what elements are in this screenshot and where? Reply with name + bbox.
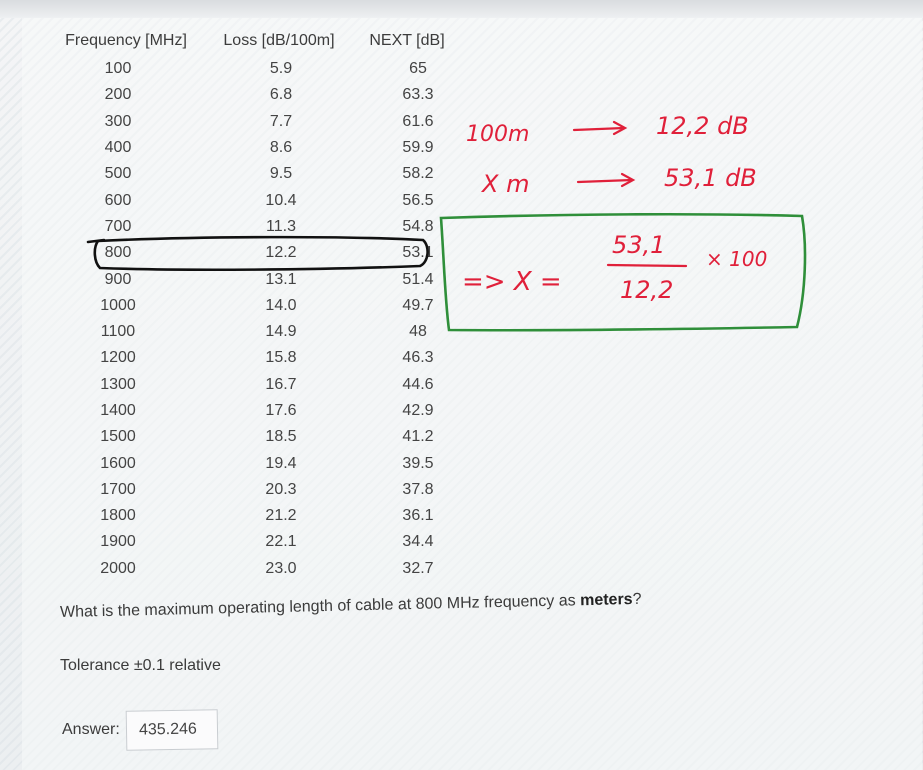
cell-loss: 11.3 — [266, 217, 296, 235]
cell-next: 41.2 — [402, 428, 434, 446]
cell-loss: 12.2 — [265, 244, 297, 262]
cell-loss: 14.0 — [265, 296, 297, 314]
cell-next: 44.6 — [402, 375, 434, 393]
cell-next: 32.7 — [402, 559, 434, 577]
tolerance-text: Tolerance ±0.1 relative — [60, 657, 221, 674]
cell-next: 61.6 — [402, 112, 434, 130]
cell-next: 48 — [409, 323, 427, 341]
table-row: 100 5.9 65 — [44, 56, 468, 82]
frequency-table: Frequency [MHz] Loss [dB/100m] NEXT [dB]… — [44, 30, 468, 582]
cell-loss: 6.8 — [269, 86, 293, 104]
cell-frequency: 1900 — [100, 533, 136, 551]
cell-frequency: 900 — [104, 270, 132, 288]
header-next: NEXT [dB] — [369, 32, 445, 49]
cell-frequency: 700 — [104, 217, 132, 235]
cell-loss: 21.2 — [265, 507, 297, 525]
cell-frequency: 500 — [104, 165, 132, 183]
cell-loss: 15.8 — [265, 349, 297, 367]
cell-loss: 16.7 — [265, 375, 297, 393]
question-text-bold: meters — [579, 591, 633, 610]
cell-frequency: 300 — [104, 112, 132, 130]
cell-frequency: 1700 — [100, 480, 136, 498]
cell-frequency: 100 — [104, 60, 132, 78]
cell-loss: 20.3 — [265, 480, 297, 498]
cell-next: 37.8 — [402, 480, 434, 498]
table-row: 1800 21.2 36.1 — [44, 503, 468, 529]
cell-next: 42.9 — [402, 402, 434, 419]
top-shadow-band — [0, 0, 923, 18]
cell-next: 58.2 — [402, 165, 434, 183]
answer-label: Answer: — [62, 721, 120, 738]
table-row: 1300 16.7 44.6 — [44, 372, 468, 398]
cell-loss: 22.1 — [265, 533, 297, 551]
table-row: 1900 22.1 34.4 — [44, 529, 468, 555]
cell-loss: 9.5 — [269, 165, 293, 183]
table-row: 2000 23.0 32.7 — [44, 556, 468, 582]
cell-frequency: 1300 — [100, 375, 136, 393]
table-row: 1400 17.6 42.9 — [44, 398, 468, 424]
header-loss: Loss [dB/100m] — [223, 32, 335, 49]
cell-next: 54.8 — [402, 217, 434, 235]
table-row: 300 7.7 61.6 — [44, 109, 468, 135]
cell-loss: 14.9 — [265, 323, 297, 341]
cell-next: 65 — [409, 60, 427, 78]
cell-next: 56.5 — [402, 191, 434, 209]
cell-frequency: 1100 — [100, 323, 136, 341]
table-row: 600 10.4 56.5 — [44, 187, 468, 213]
table-row: 700 11.3 54.8 — [44, 214, 468, 240]
table-body: 100 5.9 65 200 6.8 63.3 300 7.7 61.6 400 8.6 59.9 50… — [44, 56, 468, 582]
table-row: 900 13.1 51.4 — [44, 266, 468, 292]
cell-frequency: 400 — [104, 139, 132, 157]
table-row: 200 6.8 63.3 — [44, 82, 468, 108]
cell-loss: 19.4 — [265, 454, 297, 472]
table-row: 1500 18.5 41.2 — [44, 424, 468, 450]
cell-loss: 10.4 — [265, 191, 297, 209]
table-row: 1700 20.3 37.8 — [44, 477, 468, 503]
cell-frequency: 200 — [104, 86, 132, 104]
table-row: 1600 19.4 39.5 — [44, 450, 468, 476]
cell-frequency: 1400 — [100, 402, 136, 419]
answer-input[interactable] — [125, 709, 219, 751]
cell-frequency: 1800 — [100, 507, 136, 525]
question-text-end: ? — [632, 590, 642, 609]
cell-loss: 8.6 — [269, 139, 293, 157]
cell-loss: 17.6 — [265, 402, 297, 419]
table-row: 1100 14.9 48 — [44, 319, 468, 345]
answer-row: Answer: — [62, 709, 219, 751]
cell-next: 46.3 — [402, 349, 434, 367]
cell-loss: 5.9 — [269, 60, 293, 78]
table-header-row: Frequency [MHz] Loss [dB/100m] NEXT [dB] — [44, 30, 468, 56]
cell-loss: 13.1 — [265, 270, 297, 288]
table-row: 500 9.5 58.2 — [44, 161, 468, 187]
cell-loss: 23.0 — [265, 559, 297, 577]
cell-frequency: 1500 — [100, 428, 136, 446]
table-row: 1200 15.8 46.3 — [44, 345, 468, 371]
cell-next: 51.4 — [402, 270, 434, 288]
cell-next: 63.3 — [402, 86, 434, 104]
cell-loss: 18.5 — [265, 428, 297, 446]
cell-frequency: 2000 — [100, 559, 136, 577]
table-row: 1000 14.0 49.7 — [44, 293, 468, 319]
cell-next: 36.1 — [402, 507, 434, 525]
header-frequency: Frequency [MHz] — [65, 32, 187, 49]
cell-frequency: 1000 — [100, 296, 136, 314]
cell-frequency: 1200 — [100, 349, 136, 367]
cell-next: 49.7 — [402, 296, 434, 314]
cell-next: 53.1 — [402, 244, 434, 262]
cell-next: 34.4 — [402, 533, 434, 551]
cell-frequency: 800 — [104, 244, 132, 262]
table-row: 800 12.2 53.1 — [44, 240, 468, 266]
cell-loss: 7.7 — [269, 112, 293, 130]
cell-frequency: 1600 — [100, 454, 136, 472]
cell-next: 39.5 — [402, 454, 434, 472]
cell-next: 59.9 — [402, 139, 434, 157]
table-row: 400 8.6 59.9 — [44, 135, 468, 161]
cell-frequency: 600 — [104, 191, 132, 209]
